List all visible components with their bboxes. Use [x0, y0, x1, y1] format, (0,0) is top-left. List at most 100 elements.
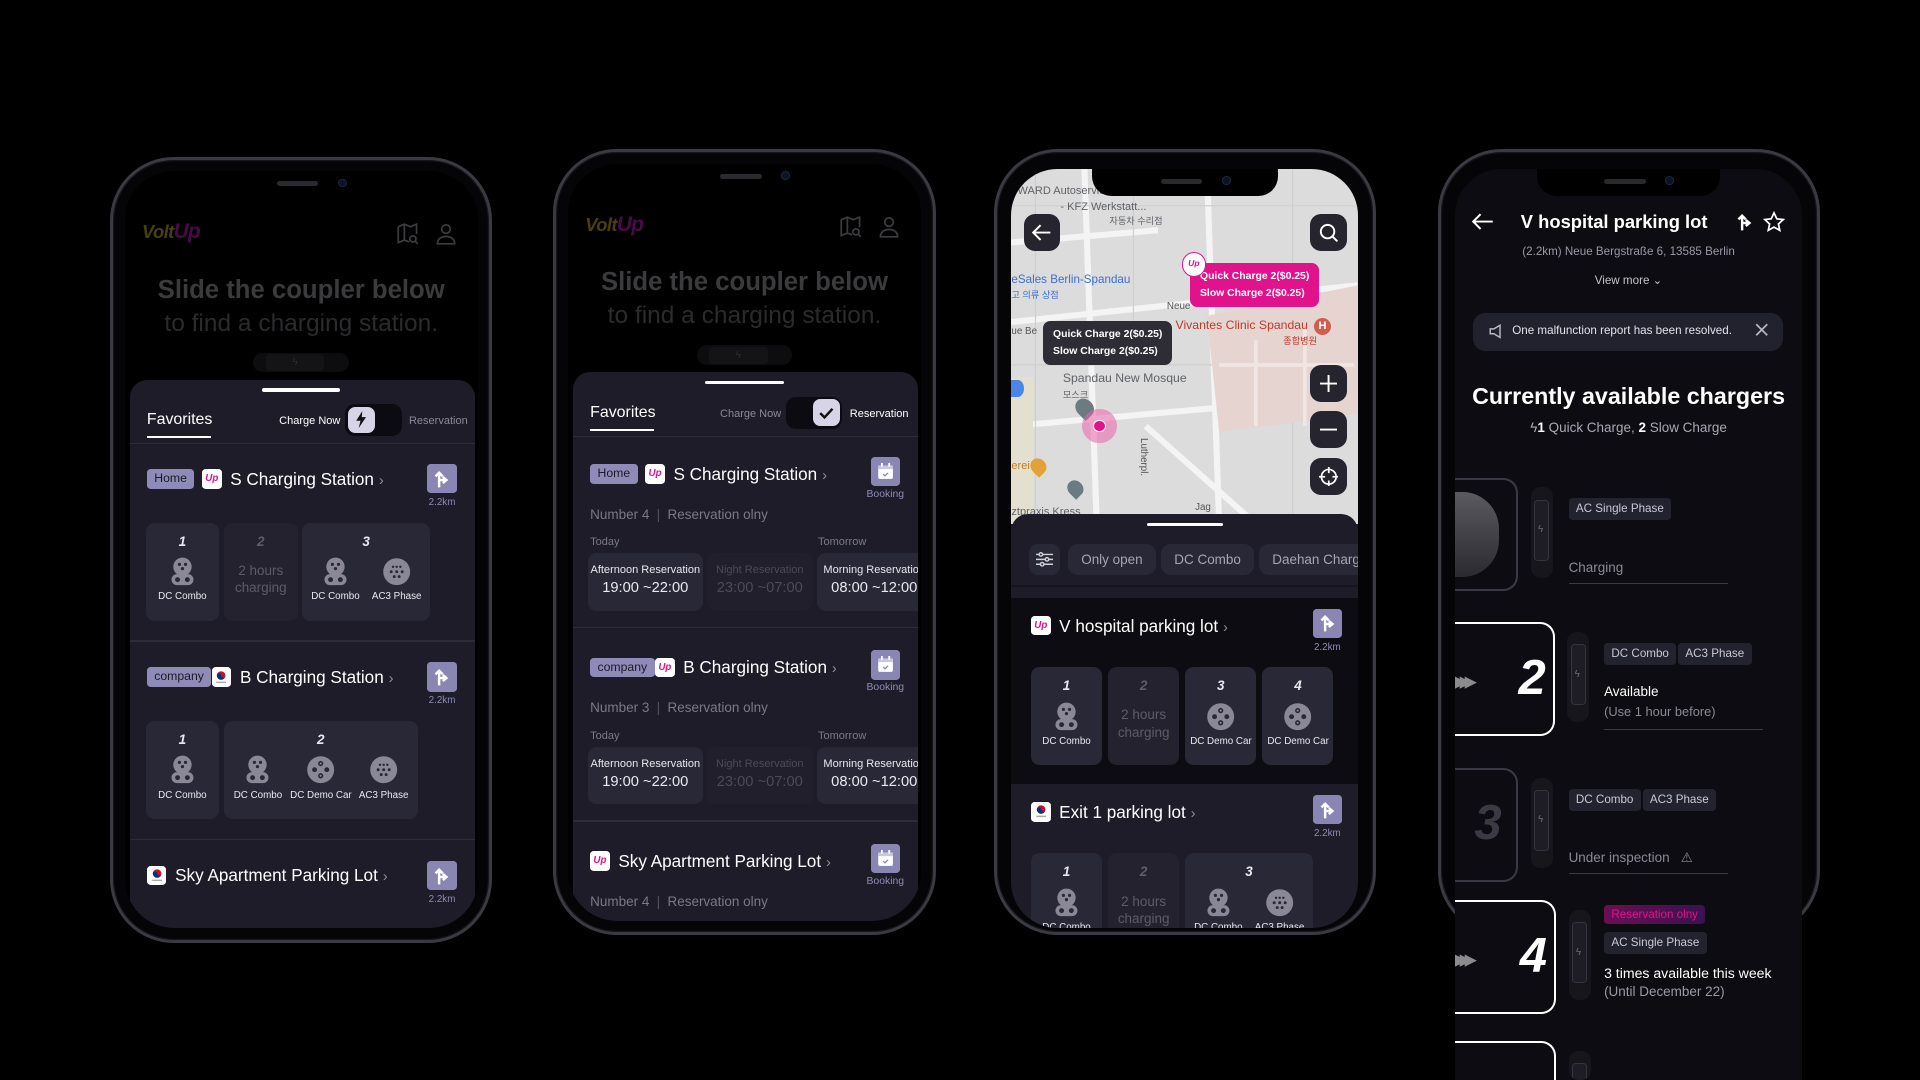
- station-name-link[interactable]: V hospital parking lot ›: [1059, 615, 1228, 639]
- sheet-handle[interactable]: [1147, 522, 1224, 527]
- station-name-link[interactable]: S Charging Station ›: [673, 463, 827, 487]
- filter-chip[interactable]: Only open: [1067, 543, 1157, 576]
- underline: [1568, 873, 1728, 875]
- filter-chip[interactable]: DC Combo: [1160, 543, 1255, 576]
- zoom-out-button[interactable]: [1310, 411, 1347, 449]
- navigate-button[interactable]: [427, 860, 457, 891]
- tab-favorites[interactable]: Favorites: [590, 404, 655, 422]
- charger-number-note: Number 4 | Reservation olny: [590, 893, 768, 909]
- slot-label: Morning Reservation: [823, 757, 919, 770]
- connector: AC3 Phase: [1249, 888, 1310, 928]
- booking-button[interactable]: [870, 456, 900, 487]
- reservation-label[interactable]: Reservation: [409, 415, 468, 427]
- station-price-bubble-selected[interactable]: Quick Charge 2($0.25) Slow Charge 2($0.25…: [1190, 263, 1320, 308]
- coupler-slider[interactable]: ϟ: [253, 352, 349, 373]
- headline: Slide the coupler below: [157, 275, 445, 304]
- charger-slot-4[interactable]: ▸▸▸ 4: [1454, 899, 1557, 1014]
- navigate-button[interactable]: [427, 464, 457, 494]
- station-divider: [573, 626, 919, 629]
- charge-now-label[interactable]: Charge Now: [720, 408, 781, 420]
- recenter-button[interactable]: [1310, 457, 1347, 495]
- mode-toggle[interactable]: [786, 396, 843, 429]
- station-price-bubble[interactable]: Quick Charge 2($0.25) Slow Charge 2($0.25…: [1043, 320, 1173, 365]
- distance: 2.2km: [428, 893, 456, 905]
- sheet-handle[interactable]: [705, 380, 784, 385]
- map-search-icon[interactable]: [397, 222, 419, 250]
- navigate-icon[interactable]: [1736, 212, 1753, 237]
- back-button[interactable]: [1023, 214, 1061, 251]
- speaker: [1604, 178, 1646, 184]
- profile-icon[interactable]: [435, 223, 457, 250]
- charger-card[interactable]: 2 DC Combo DC Demo Car AC3 Phase: [224, 721, 418, 820]
- map-label: Neue: [1166, 301, 1191, 313]
- navigate-button[interactable]: [1312, 608, 1343, 638]
- reservation-slot[interactable]: Afternoon Reservation 19:00 ~22:00: [587, 746, 703, 805]
- booking-button[interactable]: [870, 843, 900, 874]
- charger-card[interactable]: 3 DC Combo AC3 Phase: [302, 522, 430, 621]
- charger-status: 2 hours charging: [1117, 893, 1170, 926]
- chevron-right-icon: ›: [378, 472, 384, 489]
- charger-card[interactable]: 1 DC Combo: [1031, 853, 1103, 929]
- dc-combo-connector-icon: [227, 755, 288, 784]
- charger-card[interactable]: 1 DC Combo: [145, 522, 220, 621]
- reservation-slot[interactable]: Morning Reservation 08:00 ~12:00: [816, 746, 919, 805]
- lightning-icon: [347, 406, 375, 434]
- slot-time: 08:00 ~12:00: [831, 773, 918, 790]
- favorite-star-icon[interactable]: [1763, 210, 1786, 238]
- charger-number: 3: [1474, 796, 1502, 851]
- station-name-link[interactable]: Sky Apartment Parking Lot ›: [618, 850, 831, 874]
- charger-slot-3[interactable]: 3: [1454, 767, 1519, 882]
- map-label: eSales Berlin-Spandau: [1011, 273, 1131, 287]
- mode-toggle[interactable]: [345, 404, 402, 436]
- charger-card[interactable]: 2 2 hours charging: [224, 522, 298, 621]
- price-line: Quick Charge 2($0.25): [1053, 328, 1163, 340]
- tab-underline: [146, 435, 211, 439]
- view-more-label: View more: [1594, 274, 1650, 288]
- booking-button[interactable]: [870, 650, 900, 680]
- station-name-link[interactable]: B Charging Station ›: [683, 656, 837, 680]
- charger-card[interactable]: 3 DC Demo Car: [1185, 667, 1257, 766]
- close-icon[interactable]: [1755, 323, 1768, 341]
- search-button[interactable]: [1310, 214, 1347, 251]
- charge-now-label[interactable]: Charge Now: [279, 415, 340, 427]
- view-more-button[interactable]: View more ⌄: [1455, 273, 1803, 287]
- station-name: S Charging Station: [673, 463, 818, 484]
- filter-icon[interactable]: [1028, 543, 1061, 576]
- charger-card[interactable]: 3 DC Combo AC3 Phase: [1185, 853, 1313, 929]
- charger-card[interactable]: 1 DC Combo: [1031, 667, 1103, 766]
- speaker: [1160, 178, 1203, 184]
- charger-card[interactable]: 2 2 hours charging: [1108, 667, 1180, 766]
- notch: [1536, 168, 1721, 196]
- reservation-slot[interactable]: Morning Reservation 08:00 ~12:00: [816, 553, 919, 611]
- charger-slot-1[interactable]: [1454, 477, 1519, 592]
- coupler-slider[interactable]: ϟ: [696, 345, 793, 365]
- charger-number: 2: [1518, 650, 1546, 705]
- current-location-icon: [1093, 419, 1106, 433]
- map-label: erei: [1011, 460, 1030, 473]
- station-divider: [129, 640, 476, 642]
- charger-card[interactable]: 1 DC Combo: [145, 721, 220, 820]
- map-search-icon[interactable]: [840, 215, 862, 243]
- navigate-button[interactable]: [1312, 794, 1343, 825]
- zoom-in-button[interactable]: [1310, 364, 1347, 402]
- charger-card[interactable]: 2 2 hours charging: [1108, 853, 1180, 929]
- ac3-connector-icon: [366, 557, 427, 586]
- navigate-button[interactable]: [427, 662, 457, 692]
- station-name-link[interactable]: B Charging Station ›: [240, 666, 394, 690]
- subline: to find a charging station.: [607, 302, 882, 330]
- profile-icon[interactable]: [878, 216, 900, 243]
- reservation-slot[interactable]: Afternoon Reservation 19:00 ~22:00: [587, 553, 703, 611]
- sheet-handle[interactable]: [262, 388, 341, 392]
- station-name-link[interactable]: Exit 1 parking lot ›: [1059, 801, 1195, 825]
- station-name-link[interactable]: Sky Apartment Parking Lot ›: [175, 864, 388, 888]
- charger-number: 2: [257, 533, 265, 549]
- tab-favorites[interactable]: Favorites: [147, 411, 212, 429]
- filter-chip[interactable]: Daehan Charg: [1258, 543, 1358, 576]
- charger-slot-2[interactable]: ▸▸▸ 2: [1454, 622, 1556, 736]
- reservation-label[interactable]: Reservation: [850, 408, 909, 420]
- back-arrow-icon[interactable]: [1471, 213, 1494, 235]
- charger-card[interactable]: 4 DC Demo Car: [1262, 667, 1334, 766]
- charger-slot-5[interactable]: [1454, 1040, 1557, 1080]
- map-view[interactable]: WARD Autoservice - KFZ Werkstatt... 자동차 수리…: [1011, 168, 1358, 525]
- station-name-link[interactable]: S Charging Station ›: [230, 468, 384, 492]
